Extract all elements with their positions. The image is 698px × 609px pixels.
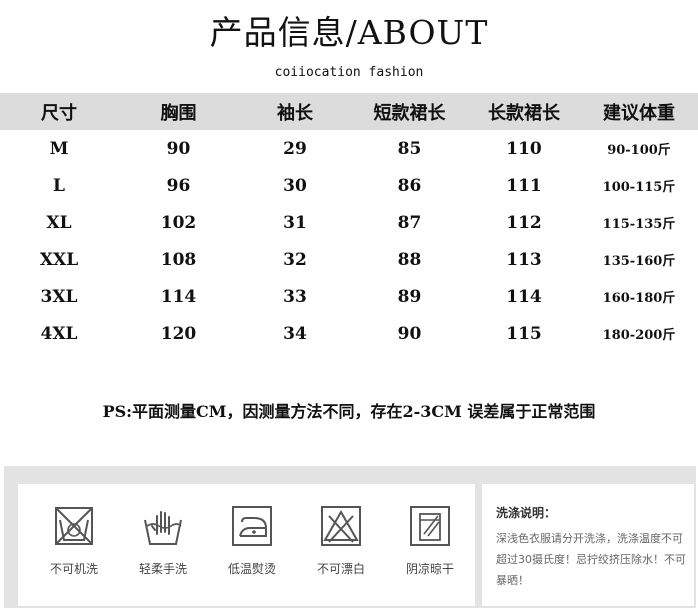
sleeve-cell: 31 <box>283 212 307 233</box>
size-cell: 3XL <box>40 286 78 307</box>
no-bleach-icon <box>321 506 361 546</box>
size-cell: M <box>49 138 69 159</box>
short-length-cell: 85 <box>397 138 422 159</box>
care-label: 不可机洗 <box>49 562 98 576</box>
page-title: 产品信息/ABOUT <box>209 13 489 52</box>
short-length-cell: 87 <box>397 212 422 233</box>
bust-cell: 108 <box>160 249 197 270</box>
care-item-shade-dry: 阴凉晾干 <box>390 504 470 577</box>
weight-cell: 180-200斤 <box>602 328 676 343</box>
size-table: 尺寸 胸围 袖长 短款裙长 长款裙长 建议体重 M 90 29 85 110 9… <box>0 93 698 352</box>
short-length-cell: 88 <box>397 249 422 270</box>
brand-subtitle: coiiocation fashion <box>274 65 424 80</box>
wash-instructions-card: 洗涤说明： 深浅色衣服请分开洗涤，洗涤温度不可超过30摄氏度！忌拧绞挤压除水！不… <box>482 484 694 606</box>
size-table-header: 尺寸 胸围 袖长 短款裙长 长款裙长 建议体重 <box>0 93 698 130</box>
size-cell: 4XL <box>40 323 78 344</box>
care-item-no-bleach: 不可漂白 <box>301 504 381 577</box>
care-item-no-machine-wash: 不可机洗 <box>34 504 114 577</box>
size-cell: XL <box>46 212 72 233</box>
weight-cell: 135-160斤 <box>602 254 676 269</box>
low-iron-icon <box>232 506 272 546</box>
bust-cell: 90 <box>166 138 191 159</box>
header-size: 尺寸 <box>41 102 77 124</box>
care-item-hand-wash: 轻柔手洗 <box>123 504 203 577</box>
care-item-low-iron: 低温熨烫 <box>212 504 292 577</box>
wash-instructions-text: 深浅色衣服请分开洗涤，洗涤温度不可超过30摄氏度！忌拧绞挤压除水！不可暴晒！ <box>496 532 686 587</box>
care-label: 不可漂白 <box>316 562 365 576</box>
table-row: 3XL 114 33 89 114 160-180斤 <box>0 278 698 315</box>
shade-dry-icon <box>410 506 450 546</box>
short-length-cell: 89 <box>397 286 422 307</box>
header-weight: 建议体重 <box>603 102 675 124</box>
sleeve-cell: 34 <box>283 323 307 344</box>
long-length-cell: 111 <box>506 175 542 196</box>
table-row: 4XL 120 34 90 115 180-200斤 <box>0 315 698 352</box>
short-length-cell: 90 <box>397 323 422 344</box>
measurement-note: PS:平面测量CM，因测量方法不同，存在2-3CM 误差属于正常范围 <box>102 402 596 421</box>
bust-cell: 120 <box>160 323 197 344</box>
sleeve-cell: 29 <box>283 138 307 159</box>
size-cell: XXL <box>39 249 79 270</box>
long-length-cell: 114 <box>506 286 542 307</box>
care-panel: 不可机洗 轻柔手洗 低温熨烫 不可漂白 阴凉晾干 洗涤说明： 深浅色衣服请分开洗… <box>4 466 696 608</box>
sleeve-cell: 30 <box>283 175 307 196</box>
table-row: XL 102 31 87 112 115-135斤 <box>0 204 698 241</box>
long-length-cell: 115 <box>506 323 542 344</box>
hand-wash-icon <box>144 511 182 545</box>
table-row: L 96 30 86 111 100-115斤 <box>0 167 698 204</box>
long-length-cell: 113 <box>506 249 542 270</box>
weight-cell: 115-135斤 <box>602 217 676 232</box>
table-row: M 90 29 85 110 90-100斤 <box>0 130 698 167</box>
care-label: 阴凉晾干 <box>405 562 454 576</box>
care-label: 低温熨烫 <box>227 562 276 576</box>
bust-cell: 102 <box>160 212 197 233</box>
care-label: 轻柔手洗 <box>138 562 187 576</box>
sleeve-cell: 33 <box>283 286 307 307</box>
header-sleeve: 袖长 <box>277 102 313 124</box>
header-bust: 胸围 <box>160 102 197 124</box>
no-machine-wash-icon <box>55 507 93 545</box>
weight-cell: 90-100斤 <box>607 143 671 158</box>
weight-cell: 100-115斤 <box>602 180 676 195</box>
care-icons-card: 不可机洗 轻柔手洗 低温熨烫 不可漂白 阴凉晾干 <box>18 484 475 606</box>
table-row: XXL 108 32 88 113 135-160斤 <box>0 241 698 278</box>
bust-cell: 114 <box>160 286 197 307</box>
wash-instructions-title: 洗涤说明： <box>496 506 557 520</box>
header-short-length: 短款裙长 <box>373 102 446 124</box>
long-length-cell: 112 <box>506 212 542 233</box>
size-cell: L <box>53 175 65 196</box>
weight-cell: 160-180斤 <box>602 291 676 306</box>
sleeve-cell: 32 <box>283 249 307 270</box>
short-length-cell: 86 <box>397 175 422 196</box>
long-length-cell: 110 <box>506 138 542 159</box>
bust-cell: 96 <box>166 175 191 196</box>
header-long-length: 长款裙长 <box>488 102 560 124</box>
